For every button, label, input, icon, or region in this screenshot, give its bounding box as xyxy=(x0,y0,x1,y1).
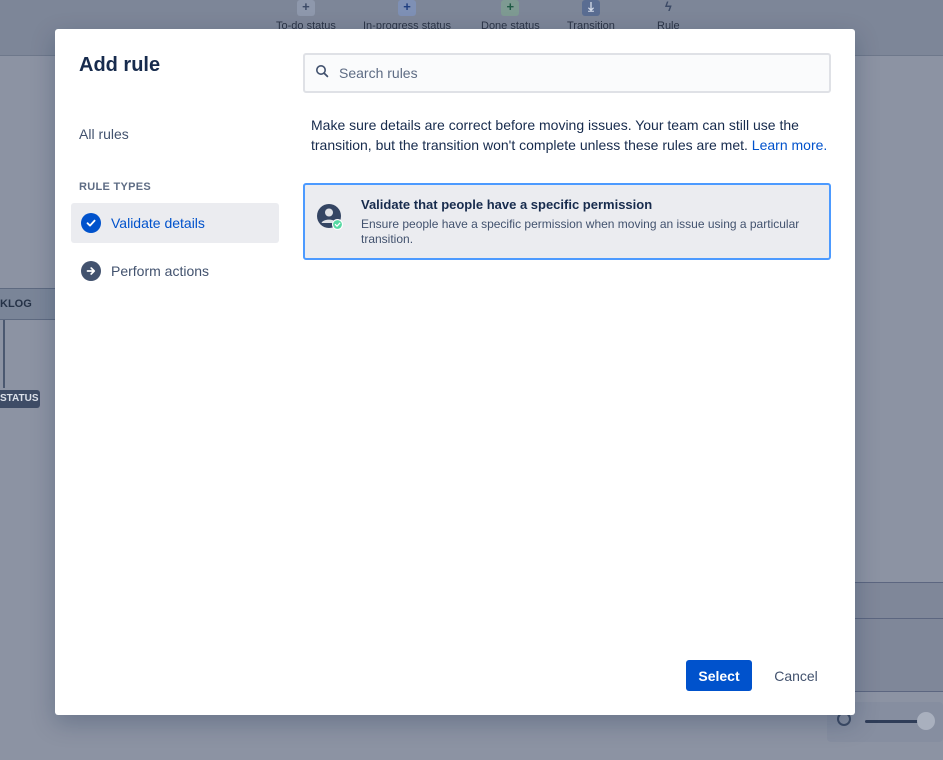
search-input[interactable] xyxy=(337,64,821,82)
minimap-viewport xyxy=(855,618,943,689)
dialog-title: Add rule xyxy=(79,54,161,76)
plus-icon: + xyxy=(296,0,315,16)
nav-item-perform-actions[interactable]: Perform actions xyxy=(71,251,279,291)
rule-option-title: Validate that people have a specific per… xyxy=(361,197,653,212)
check-circle-icon xyxy=(81,213,101,233)
arrow-right-circle-icon xyxy=(81,261,101,281)
description-text: Make sure details are correct before mov… xyxy=(311,117,799,153)
zoom-slider-track[interactable] xyxy=(865,720,923,723)
add-transition-tool[interactable]: ⤓ Transition xyxy=(567,0,615,32)
add-rule-dialog: Add rule All rules RULE TYPES Validate d… xyxy=(55,29,855,715)
rule-type-description: Make sure details are correct before mov… xyxy=(311,115,831,155)
transition-icon: ⤓ xyxy=(581,0,600,16)
cancel-button[interactable]: Cancel xyxy=(763,660,829,691)
plus-icon: + xyxy=(398,0,417,16)
lightning-icon: ϟ xyxy=(664,0,672,14)
backlog-status-node[interactable]: KLOG xyxy=(0,288,56,320)
rule-option-description: Ensure people have a specific permission… xyxy=(361,217,800,246)
select-button[interactable]: Select xyxy=(686,660,752,691)
plus-icon: + xyxy=(501,0,520,16)
search-icon xyxy=(315,64,329,83)
add-inprogress-status-tool[interactable]: + In-progress status xyxy=(363,0,451,32)
search-field[interactable] xyxy=(303,53,831,93)
user-permission-icon xyxy=(315,202,345,232)
nav-item-validate-details[interactable]: Validate details xyxy=(71,203,279,243)
nav-heading-rule-types: RULE TYPES xyxy=(79,181,152,193)
status-chip[interactable]: STATUS xyxy=(0,390,40,408)
add-todo-status-tool[interactable]: + To-do status xyxy=(276,0,336,32)
minimap[interactable] xyxy=(855,582,943,692)
zoom-slider-handle[interactable] xyxy=(917,712,935,730)
nav-all-rules[interactable]: All rules xyxy=(79,126,129,142)
learn-more-link[interactable]: Learn more. xyxy=(752,137,827,153)
add-done-status-tool[interactable]: + Done status xyxy=(481,0,540,32)
nav-item-label: Validate details xyxy=(111,215,205,231)
add-rule-tool[interactable]: ϟ Rule xyxy=(657,0,680,32)
transition-arrow xyxy=(3,320,5,388)
rule-option-permission[interactable]: Validate that people have a specific per… xyxy=(303,183,831,260)
nav-item-label: Perform actions xyxy=(111,263,210,279)
